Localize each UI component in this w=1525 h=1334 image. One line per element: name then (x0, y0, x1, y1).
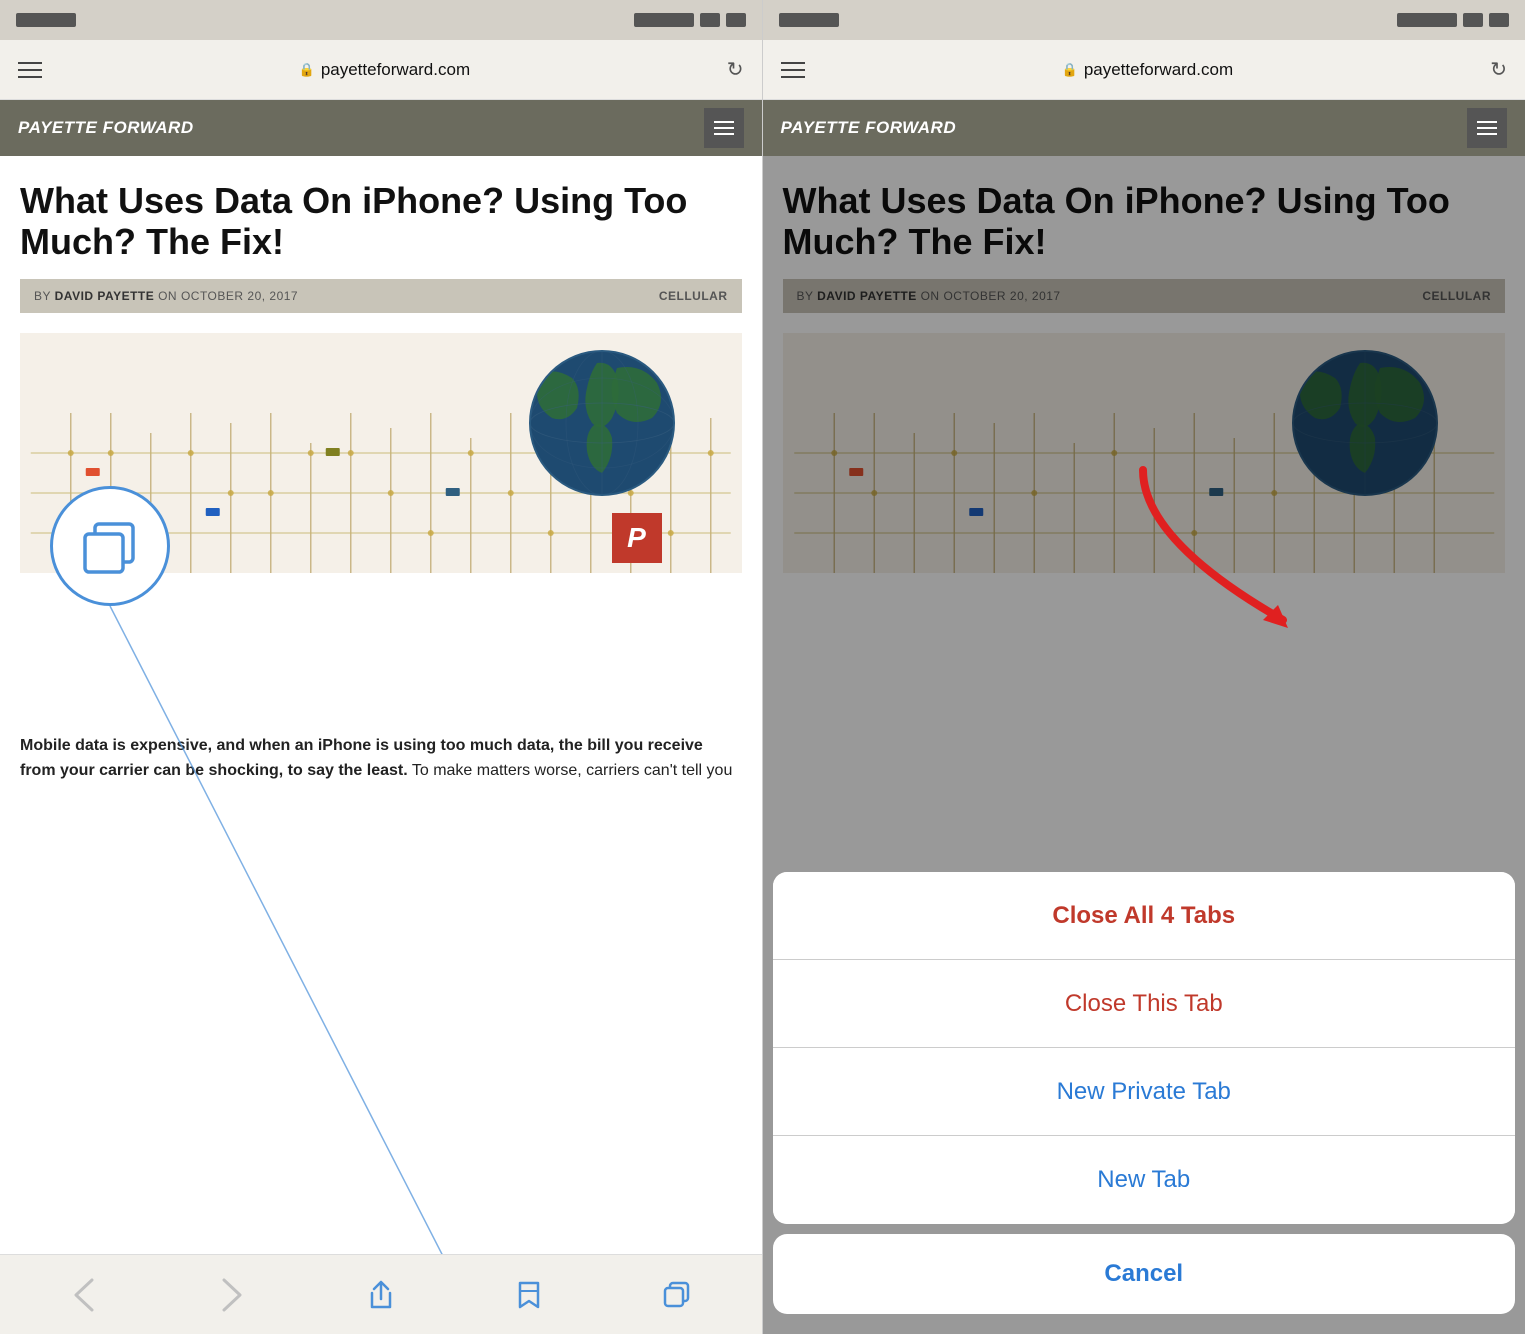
tab-icon-circle (50, 486, 170, 606)
article-content-left: What Uses Data On iPhone? Using Too Much… (0, 156, 762, 1254)
bookmarks-btn[interactable] (504, 1270, 554, 1320)
site-title-right: PAYETTE FORWARD (781, 118, 957, 138)
address-bar-left: 🔒 payetteforward.com ↻ (0, 40, 762, 100)
tab-squares-icon (80, 519, 140, 574)
cancel-label: Cancel (1104, 1260, 1183, 1288)
status-signal (634, 13, 694, 27)
address-center-left: 🔒 payetteforward.com (299, 60, 470, 80)
left-panel: 🔒 payetteforward.com ↻ PAYETTE FORWARD W… (0, 0, 762, 1334)
article-meta-left: BY DAVID PAYETTE ON OCTOBER 20, 2017 CEL… (20, 279, 742, 313)
right-panel: 🔒 payetteforward.com ↻ PAYETTE FORWARD W… (763, 0, 1525, 1334)
article-body-left: Mobile data is expensive, and when an iP… (20, 733, 742, 784)
url-right[interactable]: payetteforward.com (1084, 60, 1233, 80)
close-this-tab-label: Close This Tab (1065, 990, 1223, 1018)
status-battery (726, 13, 746, 27)
lock-icon-right: 🔒 (1062, 62, 1078, 78)
status-signal-right (1397, 13, 1457, 27)
status-wifi (700, 13, 720, 27)
article-meta-text-left: BY DAVID PAYETTE ON OCTOBER 20, 2017 (34, 289, 298, 303)
status-time (16, 13, 76, 27)
new-tab-label: New Tab (1097, 1166, 1190, 1194)
url-left[interactable]: payetteforward.com (321, 60, 470, 80)
new-private-tab-label: New Private Tab (1057, 1078, 1231, 1106)
site-menu-btn-left[interactable] (704, 108, 744, 148)
action-sheet-container: Close All 4 Tabs Close This Tab New Priv… (763, 872, 1525, 1334)
share-btn[interactable] (356, 1270, 406, 1320)
close-all-tabs-label: Close All 4 Tabs (1052, 902, 1235, 930)
new-tab-item[interactable]: New Tab (773, 1136, 1516, 1224)
article-meta-category-left: CELLULAR (659, 289, 728, 303)
status-time-right (779, 13, 839, 27)
globe-image-left (522, 343, 682, 508)
site-menu-btn-right[interactable] (1467, 108, 1507, 148)
address-bar-right: 🔒 payetteforward.com ↻ (763, 40, 1525, 100)
status-bar-right (763, 0, 1525, 40)
bottom-toolbar-left (0, 1254, 762, 1334)
close-this-tab-item[interactable]: Close This Tab (773, 960, 1516, 1048)
site-title-left: PAYETTE FORWARD (18, 118, 194, 138)
cancel-btn[interactable]: Cancel (773, 1234, 1516, 1314)
lock-icon-left: 🔒 (299, 62, 315, 78)
address-center-right: 🔒 payetteforward.com (1062, 60, 1233, 80)
connector-line-svg (0, 156, 762, 1254)
action-sheet: Close All 4 Tabs Close This Tab New Priv… (773, 872, 1516, 1224)
article-title-left: What Uses Data On iPhone? Using Too Much… (20, 180, 742, 263)
p-logo-left: P (612, 513, 662, 563)
reload-icon-right[interactable]: ↻ (1490, 57, 1507, 82)
tabs-btn[interactable] (652, 1270, 702, 1320)
status-bar-left (0, 0, 762, 40)
back-btn[interactable] (59, 1270, 109, 1320)
hamburger-icon-right[interactable] (781, 62, 805, 78)
hamburger-icon-left[interactable] (18, 62, 42, 78)
close-all-tabs-item[interactable]: Close All 4 Tabs (773, 872, 1516, 960)
reload-icon-left[interactable]: ↻ (727, 57, 744, 82)
status-wifi-right (1463, 13, 1483, 27)
forward-btn[interactable] (207, 1270, 257, 1320)
status-battery-right (1489, 13, 1509, 27)
site-header-left: PAYETTE FORWARD (0, 100, 762, 156)
new-private-tab-item[interactable]: New Private Tab (773, 1048, 1516, 1136)
site-header-right: PAYETTE FORWARD (763, 100, 1525, 156)
